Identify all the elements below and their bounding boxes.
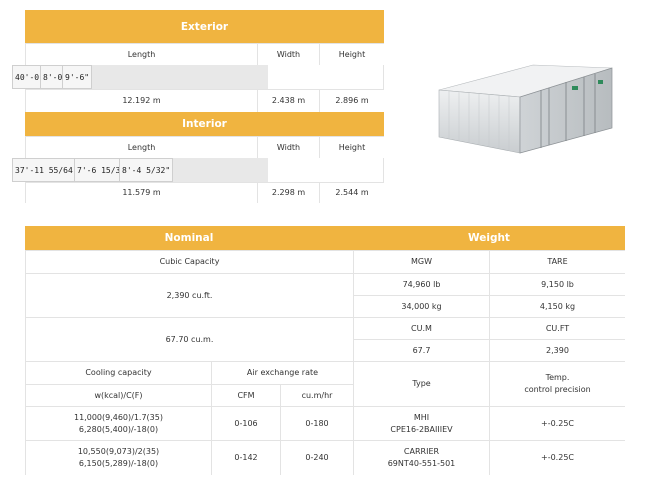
cfm-value-1: 0-106 <box>211 406 280 440</box>
type-value-1: MHI CPE16-2BAIIIEV <box>353 406 489 440</box>
type-label: Type <box>353 361 489 406</box>
nominal-header: Nominal <box>25 226 353 250</box>
interior-width-metric: 2.298 m <box>257 182 319 203</box>
temp-precision-label: Temp. control precision <box>489 361 625 406</box>
interior-width-header: Width <box>257 136 319 158</box>
cum-value-2: 0-240 <box>280 440 353 475</box>
interior-imperial-row: 37'-11 55/64" 7'-6 15/32" 8'-4 5/32" <box>12 158 268 182</box>
cu-ft-value: 2,390 <box>489 339 625 361</box>
exterior-imperial-row: 40'-0" 8'-0" 9'-6" <box>12 65 268 89</box>
temp-value-1: +-0.25C <box>489 406 625 440</box>
cum-value-1: 0-180 <box>280 406 353 440</box>
exterior-height-metric: 2.896 m <box>319 89 384 112</box>
temp-label-line1: Temp. <box>545 373 570 383</box>
mgw-kg: 34,000 kg <box>353 295 489 317</box>
cfm-label: CFM <box>211 384 280 406</box>
cooling-capacity-label: Cooling capacity <box>25 361 211 384</box>
cooling-value-2b: 6,150(5,289)/-18(0) <box>78 459 159 468</box>
temp-label-line2: control precision <box>524 385 591 394</box>
interior-length-metric: 11.579 m <box>25 182 257 203</box>
cooling-value-1a: 11,000(9,460)/1.7(35) <box>74 412 163 422</box>
temp-value-2: +-0.25C <box>489 440 625 475</box>
cooling-value-2a: 10,550(9,073)/2(35) <box>77 447 160 457</box>
cubic-capacity-label: Cubic Capacity <box>25 250 353 273</box>
reefer-container-image <box>438 64 613 154</box>
tare-lb: 9,150 lb <box>489 273 625 295</box>
cubic-capacity-m: 67.70 cu.m. <box>25 317 353 361</box>
type-1-model: CPE16-2BAIIIEV <box>390 424 453 434</box>
interior-height-imperial: 8'-4 5/32" <box>119 158 174 182</box>
exterior-header: Exterior <box>25 10 384 43</box>
tare-label: TARE <box>489 250 625 273</box>
cu-ft-label: CU.FT <box>489 317 625 339</box>
cfm-value-2: 0-142 <box>211 440 280 475</box>
exterior-height-imperial: 9'-6" <box>62 65 93 89</box>
cooling-unit-label: w(kcal)/C(F) <box>25 384 211 406</box>
exterior-height-header: Height <box>319 43 384 65</box>
interior-length-imperial: 37'-11 55/64" <box>12 158 81 182</box>
cooling-value-1b: 6,280(5,400)/-18(0) <box>78 424 159 434</box>
cooling-capacity-row-2: 10,550(9,073)/2(35) 6,150(5,289)/-18(0) <box>25 440 211 475</box>
tare-kg: 4,150 kg <box>489 295 625 317</box>
exterior-length-header: Length <box>25 43 257 65</box>
type-2-brand: CARRIER <box>403 447 440 457</box>
cum-hr-label: cu.m/hr <box>280 384 353 406</box>
cu-m-label: CU.M <box>353 317 489 339</box>
air-exchange-label: Air exchange rate <box>211 361 353 384</box>
weight-header: Weight <box>353 226 625 250</box>
interior-height-header: Height <box>319 136 384 158</box>
exterior-width-header: Width <box>257 43 319 65</box>
cubic-capacity-ft: 2,390 cu.ft. <box>25 273 353 317</box>
cu-m-value: 67.7 <box>353 339 489 361</box>
type-2-model: 69NT40-551-501 <box>387 459 456 468</box>
type-1-brand: MHI <box>413 412 430 422</box>
interior-height-metric: 2.544 m <box>319 182 384 203</box>
type-value-2: CARRIER 69NT40-551-501 <box>353 440 489 475</box>
interior-header: Interior <box>25 112 384 136</box>
cooling-capacity-row-1: 11,000(9,460)/1.7(35) 6,280(5,400)/-18(0… <box>25 406 211 440</box>
mgw-lb: 74,960 lb <box>353 273 489 295</box>
exterior-length-metric: 12.192 m <box>25 89 257 112</box>
mgw-label: MGW <box>353 250 489 273</box>
exterior-width-metric: 2.438 m <box>257 89 319 112</box>
interior-length-header: Length <box>25 136 257 158</box>
